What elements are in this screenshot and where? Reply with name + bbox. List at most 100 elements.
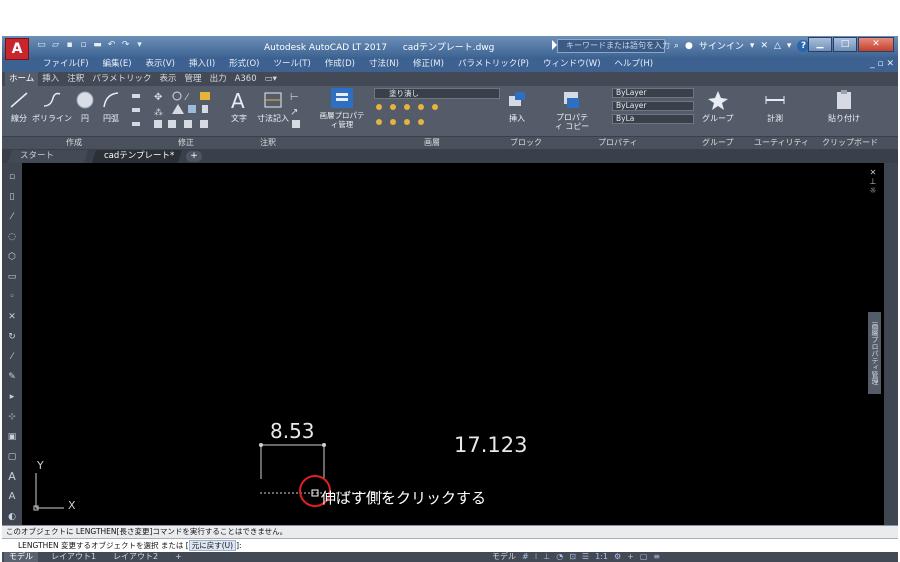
- group-tool[interactable]: グループ: [702, 90, 734, 124]
- palette-icon[interactable]: ▯: [6, 191, 18, 203]
- tab-insert[interactable]: 挿入: [38, 72, 63, 86]
- save-as-icon[interactable]: ▫: [78, 40, 89, 51]
- menu-parametric[interactable]: パラメトリック(P): [451, 57, 536, 72]
- panel-layers[interactable]: 画層: [424, 137, 440, 149]
- modify-tools-icons[interactable]: ✥ ⁄ ⁂: [152, 90, 224, 130]
- text-palette-icon[interactable]: A: [6, 471, 18, 483]
- panel-utilities[interactable]: ユーティリティ: [754, 137, 809, 149]
- fullscreen-icon[interactable]: ▢: [640, 552, 648, 562]
- new-tab-button[interactable]: +: [186, 151, 202, 162]
- palette-icon[interactable]: ✕: [6, 311, 18, 323]
- palette-icon[interactable]: ▢: [6, 451, 18, 463]
- maximize-button[interactable]: □: [833, 37, 857, 52]
- palette-icon[interactable]: ▭: [6, 271, 18, 283]
- polyline-tool[interactable]: ポリライン: [32, 90, 72, 124]
- panel-draw[interactable]: 作成: [66, 137, 82, 149]
- tab-manage[interactable]: 管理: [181, 72, 206, 86]
- color-dropdown[interactable]: ByLayer: [612, 88, 694, 98]
- palette-icon[interactable]: ▣: [6, 431, 18, 443]
- application-menu-button[interactable]: A: [5, 38, 29, 60]
- save-icon[interactable]: ▪: [64, 40, 75, 51]
- menu-view[interactable]: 表示(V): [139, 57, 182, 72]
- palette-icon[interactable]: ⊹: [6, 411, 18, 423]
- palette-strip-right[interactable]: [884, 163, 898, 538]
- plus-icon[interactable]: +: [627, 552, 634, 562]
- circle-tool[interactable]: 円: [74, 90, 96, 124]
- layer-dropdown[interactable]: 塗り潰し: [374, 88, 500, 99]
- command-line[interactable]: LENGTHEN 変更するオブジェクトを選択 または [元に戻す(U)]:: [2, 538, 898, 552]
- draw-extra-icons[interactable]: [130, 92, 150, 130]
- annotation-scale-icon[interactable]: 1:1: [595, 552, 608, 562]
- panel-groups[interactable]: グループ: [702, 137, 734, 149]
- dimension-tool[interactable]: 寸法記入: [257, 90, 289, 124]
- tab-output[interactable]: 出力: [206, 72, 231, 86]
- palette-icon[interactable]: ▸: [6, 391, 18, 403]
- menu-help[interactable]: ヘルプ(H): [608, 57, 661, 72]
- user-icon[interactable]: ●: [685, 41, 693, 51]
- workspace-icon[interactable]: ⚙: [614, 552, 621, 562]
- tab-parametric[interactable]: パラメトリック: [88, 72, 155, 86]
- match-properties-tool[interactable]: プロパティ コピー: [554, 90, 590, 131]
- polar-icon[interactable]: ◔: [556, 552, 563, 562]
- insert-block-tool[interactable]: 挿入: [506, 90, 528, 124]
- osnap-icon[interactable]: ⊡: [569, 552, 576, 562]
- palette-icon[interactable]: ↻: [6, 331, 18, 343]
- paste-tool[interactable]: 貼り付け: [828, 90, 860, 124]
- panel-properties[interactable]: プロパティ: [598, 137, 638, 149]
- dimension-text-2[interactable]: 17.123: [454, 433, 527, 457]
- tab-start[interactable]: スタート: [7, 150, 89, 163]
- menu-insert[interactable]: 挿入(I): [182, 57, 222, 72]
- ortho-icon[interactable]: ⊥: [543, 552, 550, 562]
- arc-tool[interactable]: 円弧: [100, 90, 122, 124]
- undo-icon[interactable]: ↶: [106, 40, 117, 51]
- palette-icon[interactable]: ◦: [6, 291, 18, 303]
- add-layout-button[interactable]: +: [170, 552, 187, 562]
- tab-view[interactable]: 表示: [156, 72, 181, 86]
- menu-draw[interactable]: 作成(D): [318, 57, 362, 72]
- binoculars-icon[interactable]: ⌕: [674, 41, 679, 51]
- drawing-canvas[interactable]: 8.53 17.123 Y X: [2, 163, 884, 525]
- measure-tool[interactable]: 計測: [764, 90, 786, 124]
- document-window-controls[interactable]: _ ▫ ✕: [870, 57, 894, 72]
- print-icon[interactable]: ▬: [92, 40, 103, 51]
- dropdown-arrow-icon[interactable]: ▾: [787, 41, 792, 51]
- warning-icon[interactable]: △: [774, 41, 781, 51]
- panel-block[interactable]: ブロック: [510, 137, 542, 149]
- grid-icon[interactable]: #: [522, 552, 529, 562]
- exchange-icon[interactable]: ✕: [760, 41, 768, 51]
- mtext-palette-icon[interactable]: A: [6, 491, 18, 503]
- dropdown-arrow-icon[interactable]: ▾: [750, 41, 755, 51]
- search-input[interactable]: キーワードまたは語句を入力: [557, 39, 670, 53]
- menu-edit[interactable]: 編集(E): [96, 57, 139, 72]
- tab-annotate[interactable]: 注釈: [63, 72, 88, 86]
- snap-icon[interactable]: ⁞: [535, 552, 538, 562]
- tab-layout1[interactable]: レイアウト1: [46, 552, 101, 562]
- open-file-icon[interactable]: ▱: [50, 40, 61, 51]
- menu-modify[interactable]: 修正(M): [406, 57, 451, 72]
- undo-option[interactable]: 元に戻す(U): [188, 540, 237, 551]
- lineweight-dropdown[interactable]: ByLa: [612, 114, 694, 124]
- menu-format[interactable]: 形式(O): [222, 57, 266, 72]
- menu-window[interactable]: ウィンドウ(W): [536, 57, 608, 72]
- tab-home[interactable]: ホーム: [5, 72, 39, 86]
- panel-annotation[interactable]: 注釈: [260, 137, 276, 149]
- text-tool[interactable]: A 文字: [228, 90, 250, 124]
- viewport-controls[interactable]: ✕ ⊥ ☼: [868, 168, 878, 195]
- tab-options-icon[interactable]: ▭▾: [261, 72, 281, 86]
- model-space-label[interactable]: モデル: [492, 552, 516, 562]
- palette-icon[interactable]: ◐: [6, 511, 18, 523]
- layer-properties-tool[interactable]: 画層プロパティ管理: [316, 88, 368, 129]
- tab-a360[interactable]: A360: [231, 72, 261, 86]
- lineweight-icon[interactable]: ☰: [582, 552, 589, 562]
- line-tool[interactable]: 線分: [8, 90, 30, 124]
- palette-icon[interactable]: ⁄: [6, 211, 18, 223]
- close-button[interactable]: ✕: [858, 37, 894, 52]
- properties-palette-tab[interactable]: 画層プロパティ管理: [868, 312, 881, 394]
- palette-icon[interactable]: ✎: [6, 371, 18, 383]
- panel-clipboard[interactable]: クリップボード: [822, 137, 878, 149]
- palette-icon[interactable]: ▫: [6, 171, 18, 183]
- annotation-extra-icons[interactable]: ⊢ ↗: [290, 90, 310, 130]
- customize-qat-icon[interactable]: ▾: [134, 40, 145, 51]
- layer-tools-icons[interactable]: [374, 102, 454, 130]
- panel-modify[interactable]: 修正: [178, 137, 194, 149]
